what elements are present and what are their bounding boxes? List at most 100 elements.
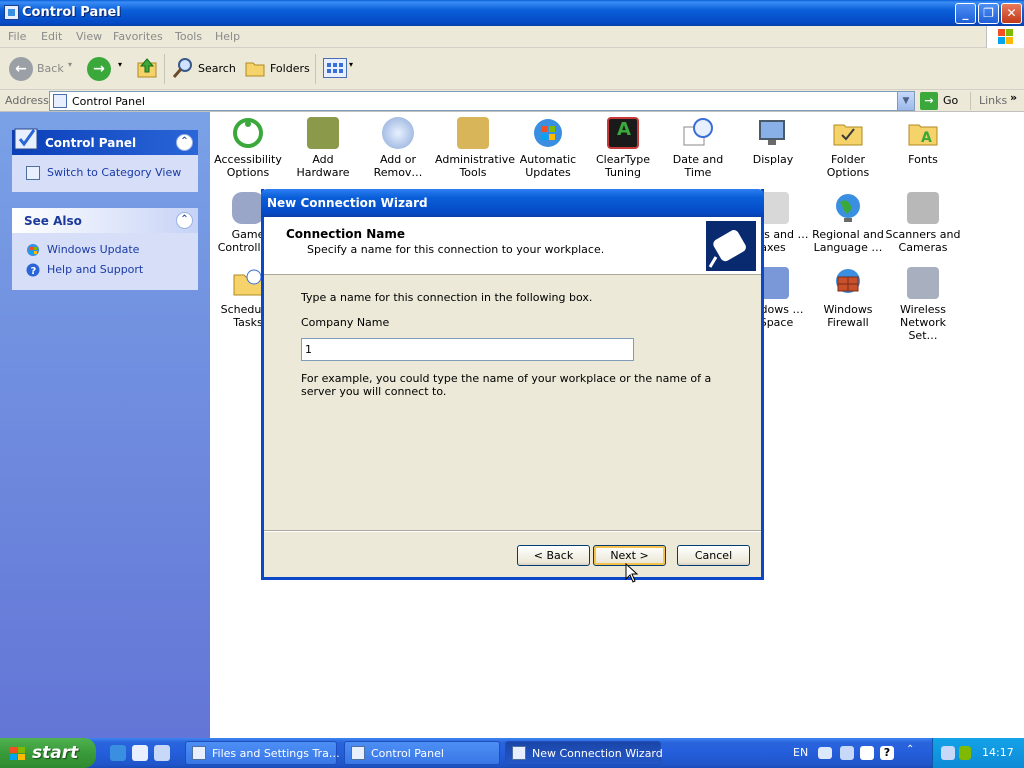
chevron-right-icon[interactable]: » [1010,91,1017,104]
instruction-text: Type a name for this connection in the f… [301,291,593,304]
go-arrow-icon[interactable]: → [920,92,938,110]
task-label: Control Panel [371,747,444,760]
system-tray: 14:17 [932,738,1024,768]
menu-view[interactable]: View [76,30,102,43]
cp-item-admin-tools[interactable]: Administrative Tools [435,117,515,179]
menu-file[interactable]: File [8,30,26,43]
cp-item-automatic-updates[interactable]: Automatic Updates [510,117,586,179]
language-bar-icon[interactable] [860,746,874,760]
address-value: Control Panel [72,95,145,108]
cp-item-display[interactable]: Display [735,117,811,166]
menu-edit[interactable]: Edit [41,30,62,43]
views-icon[interactable] [323,58,347,78]
help-icon[interactable]: ? [880,746,894,760]
cp-item-cleartype[interactable]: A ClearType Tuning [585,117,661,179]
accessibility-icon [232,117,264,149]
dialog-title: New Connection Wizard [267,196,428,210]
help-icon: ? [26,263,41,278]
cp-item-accessibility[interactable]: Accessibility Options [210,117,286,179]
links-label[interactable]: Links [979,94,1007,107]
task-new-connection-wizard[interactable]: New Connection Wizard [505,741,663,765]
language-indicator[interactable]: EN [793,746,808,759]
go-button[interactable]: Go [943,94,958,107]
hardware-icon [307,117,339,149]
folders-icon[interactable] [244,57,266,79]
cp-item-label: Automatic Updates [519,153,577,179]
cp-item-label: Add Hardware [296,153,350,179]
task-control-panel[interactable]: Control Panel [344,741,500,765]
back-arrow-icon[interactable]: ← [9,57,33,81]
fonts-folder-icon: A [907,117,939,149]
views-dropdown-icon[interactable]: ▾ [349,60,353,69]
admin-tools-icon [457,117,489,149]
cp-item-label: Folder Options [826,153,870,179]
cp-item-add-hardware[interactable]: Add Hardware [285,117,361,179]
cp-item-label: ClearType Tuning [595,153,651,179]
show-desktop-icon[interactable] [154,745,170,761]
start-button[interactable]: start [0,738,96,768]
cp-item-label: Windows Firewall [823,303,873,329]
back-button[interactable]: Back [37,62,64,75]
network-icon[interactable] [941,746,955,760]
folders-button[interactable]: Folders [270,62,310,75]
clock-calendar-icon [682,117,714,149]
back-button[interactable]: < Back [517,545,590,566]
collapse-icon[interactable]: ⌃ [176,212,193,229]
window-titlebar: Control Panel _ ❐ ✕ [0,0,1024,26]
forward-arrow-icon[interactable]: → [87,57,111,81]
globe-icon [832,192,864,224]
control-panel-header[interactable]: Control Panel ⌃ [12,128,198,155]
up-folder-icon[interactable] [136,57,158,79]
collapse-icon[interactable]: ⌃ [176,134,193,151]
cp-item-regional-language[interactable]: Regional and Language … [810,192,886,254]
svg-text:A: A [921,130,932,146]
menu-favorites[interactable]: Favorites [113,30,163,43]
options-icon[interactable]: ⌃ [906,744,914,755]
cp-item-wireless-network[interactable]: Wireless Network Set… [885,267,961,342]
media-player-icon[interactable] [132,745,148,761]
gamepad-icon [232,192,264,224]
example-text: For example, you could type the name of … [301,372,712,398]
menu-help[interactable]: Help [215,30,240,43]
windows-update-link[interactable]: Windows Update [47,243,139,256]
see-also-title: See Also [24,214,82,228]
back-dropdown-icon[interactable]: ▾ [68,60,72,69]
cp-item-label: Administrative Tools [435,153,516,179]
forward-dropdown-icon[interactable]: ▾ [118,60,122,69]
search-icon[interactable] [172,57,194,79]
cp-item-add-remove[interactable]: Add or Remov… [360,117,436,179]
window-title: Control Panel [22,5,121,20]
company-name-input[interactable] [301,338,634,361]
cp-item-fonts[interactable]: A Fonts [885,117,961,166]
start-label: start [32,743,79,763]
category-view-icon [26,166,40,180]
scanner-camera-icon [907,192,939,224]
cp-item-label: Display [752,153,794,166]
cp-item-label: Wireless Network Set… [899,303,947,342]
files-settings-icon [192,746,206,760]
address-dropdown-icon[interactable]: ▼ [897,92,914,110]
switch-category-view-link[interactable]: Switch to Category View [47,166,181,179]
restore-button[interactable]: ❐ [978,3,999,24]
address-field[interactable]: Control Panel ▼ [49,91,915,111]
internet-explorer-icon[interactable] [110,745,126,761]
help-support-link[interactable]: Help and Support [47,263,143,276]
task-files-settings[interactable]: Files and Settings Tra… [185,741,340,765]
network-plug-icon [706,221,756,271]
keyboard-icon[interactable] [818,747,832,759]
pen-icon[interactable] [840,746,854,760]
new-connection-wizard-dialog: New Connection Wizard Connection Name Sp… [261,189,764,580]
cancel-button[interactable]: Cancel [677,545,750,566]
close-button[interactable]: ✕ [1001,3,1022,24]
search-button[interactable]: Search [198,62,236,75]
dialog-titlebar[interactable]: New Connection Wizard [261,189,764,217]
cp-item-windows-firewall[interactable]: Windows Firewall [810,267,886,329]
cp-item-date-time[interactable]: Date and Time [660,117,736,179]
minimize-button[interactable]: _ [955,3,976,24]
security-icon[interactable] [959,746,971,760]
cp-item-scanners-cameras[interactable]: Scanners and Cameras [885,192,961,254]
cp-item-folder-options[interactable]: Folder Options [810,117,886,179]
address-bar: Address Control Panel ▼ → Go Links » [0,90,1024,112]
see-also-header[interactable]: See Also ⌃ [12,208,198,233]
menu-tools[interactable]: Tools [175,30,202,43]
